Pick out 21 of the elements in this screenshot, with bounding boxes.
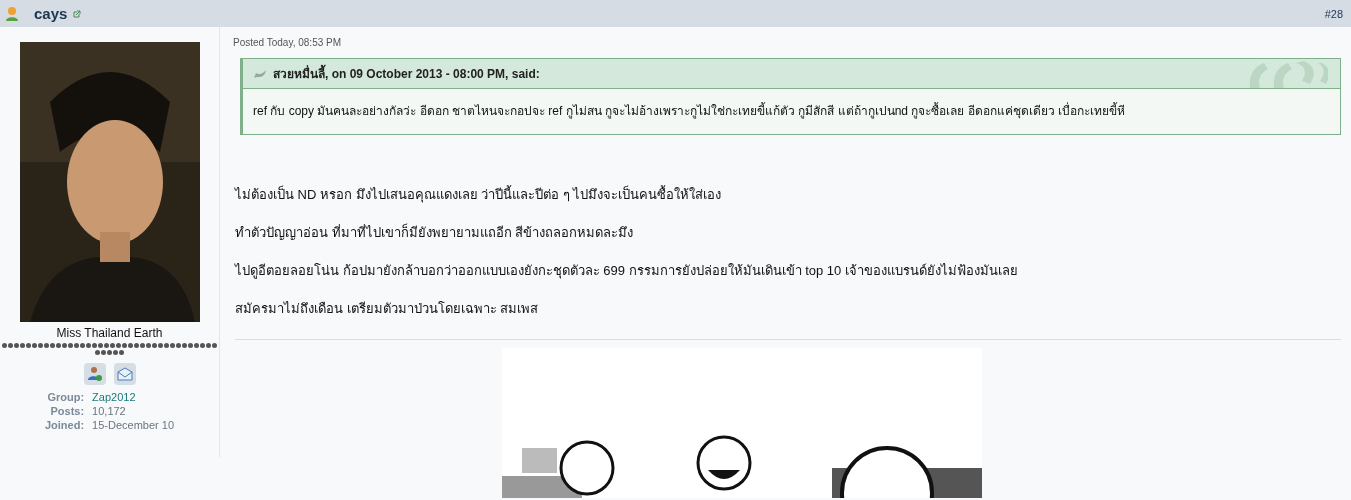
post-paragraph: ทำตัวปัญญาอ่อน ที่มาที่ไปเขาก็มียังพยายามแถอีก สีข้างถลอกหมดละมึง: [235, 225, 635, 241]
post-date: Posted Today, 08:53 PM: [233, 37, 343, 48]
message-button[interactable]: [113, 363, 136, 385]
author-link[interactable]: cays: [34, 5, 68, 22]
member-title: Miss Thailand Earth: [56, 326, 163, 340]
post-number-link[interactable]: #28: [1324, 7, 1343, 20]
quote-text: ref กับ copy มันคนละอย่างกัลว่ะ อีดอก ชาตไหนจะกอปจะ ref กูไม่สน กูจะไม่อ้างเพราะกูไม่ใช่กะเทยขี้แก้ตัว กูมีสักสี แต่ถ้ากูเปนnd กูจะซื้อเลย อีดอกแค่ชุดเดียว เบื่อกะเทยขี้หี: [252, 101, 1127, 121]
user-icon: [4, 5, 20, 22]
add-friend-button[interactable]: [83, 363, 106, 385]
stat-label: Posts:: [49, 404, 85, 418]
external-link-icon[interactable]: [73, 9, 82, 18]
post-paragraph: ไปดูอีตอยลอยโน่น ก้อปมายังกล้าบอกว่าออกแบบเองยังกะชุดตัวละ 699 กรรมการยังปล่อยให้มันเดินเข้า top 10 เจ้าของแบรนด์ยังไม่ฟ้องมันเลย: [235, 263, 1019, 279]
stat-value: 10,172: [92, 404, 127, 418]
stat-label: Joined:: [44, 418, 85, 432]
quote-citation: สวยหมื่นลี้, on 09 October 2013 - 08:00 PM, said:: [273, 64, 540, 83]
post-paragraph: สมัครมาไม่ถึงเดือน เตรียมตัวมาป่วนโดยเฉพาะ สมเพส: [235, 301, 540, 317]
post-paragraph: ไม่ต้องเป็น ND หรอก มึงไปเสนอคุณแดงเลย ว่าปีนี้และปีต่อ ๆ ไปมึงจะเป็นคนซื้อให้ใส่เอง: [235, 187, 723, 203]
reply-arrow-icon: [253, 68, 267, 79]
stat-label: Group:: [46, 390, 85, 404]
group-link[interactable]: Zap2012: [92, 390, 175, 404]
stat-value: 15-December 10: [92, 418, 175, 432]
